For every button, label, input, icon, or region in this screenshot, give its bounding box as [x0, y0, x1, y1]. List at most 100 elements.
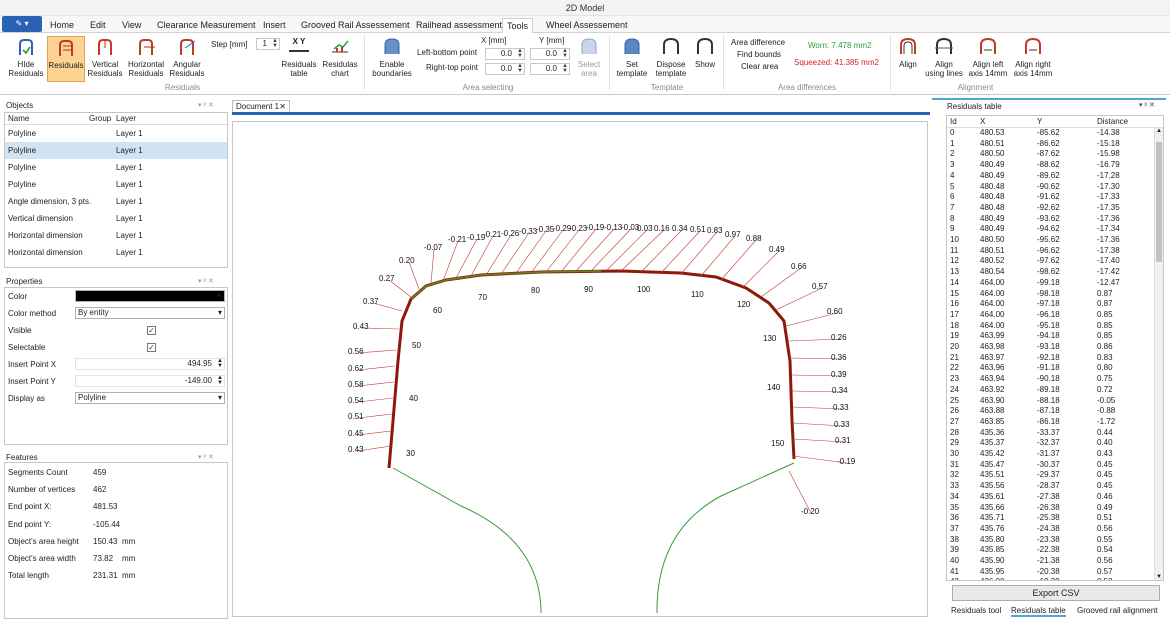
insert-y-input[interactable]: -149.00 ▲ ▼ — [75, 375, 225, 387]
table-row[interactable]: 9 480.49 -94.62 -17.34 — [947, 224, 1163, 235]
table-row[interactable]: 4 480.49 -89.62 -17.28 — [947, 171, 1163, 182]
table-row[interactable]: 38 435.80 -23.38 0.55 — [947, 535, 1163, 546]
right-top-y-input[interactable]: 0.0 ▲ ▼ — [530, 63, 570, 75]
table-row[interactable]: 3 480.49 -88.62 -16.79 — [947, 160, 1163, 171]
table-row[interactable]: 36 435.71 -25.38 0.51 — [947, 513, 1163, 524]
list-item[interactable]: Polyline Layer 1 — [5, 176, 227, 193]
table-row[interactable]: 12 480.52 -97.62 -17.40 — [947, 256, 1163, 267]
left-bottom-x-input[interactable]: 0.0 ▲ ▼ — [485, 48, 525, 60]
insert-x-input[interactable]: 494.95 ▲ ▼ — [75, 358, 225, 370]
tab-tools[interactable]: Tools — [502, 18, 534, 33]
table-row[interactable]: 32 435.51 -29.37 0.45 — [947, 470, 1163, 481]
horizontal-residuals-button[interactable]: Horizontal Residuals — [126, 36, 166, 82]
scroll-down-icon[interactable]: ▼ — [1156, 574, 1162, 580]
clear-area-button[interactable]: Clear area — [741, 62, 778, 71]
right-top-x-input[interactable]: 0.0 ▲ ▼ — [485, 63, 525, 75]
angular-residuals-button[interactable]: Angular Residuals — [168, 36, 206, 82]
column-header-name[interactable]: Name — [8, 113, 29, 125]
list-item[interactable]: Horizontal dimension Layer 1 — [5, 227, 227, 244]
table-row[interactable]: 10 480.50 -95.62 -17.36 — [947, 235, 1163, 246]
display-as-select[interactable]: Polyline ▾ — [75, 392, 225, 404]
tab-wheel-assessement[interactable]: Wheel Assessement — [542, 18, 632, 33]
table-row[interactable]: 0 480.53 -85.62 -14.38 — [947, 128, 1163, 139]
visible-checkbox[interactable]: ✓ — [147, 326, 156, 335]
residuals-button[interactable]: Residuals — [47, 36, 85, 82]
list-item[interactable]: Polyline Layer 1 — [5, 125, 227, 142]
list-item[interactable]: Vertical dimension Layer 1 — [5, 210, 227, 227]
list-item[interactable]: Polyline Layer 1 — [5, 142, 227, 159]
align-left-axis-button[interactable]: Align left axis 14mm — [967, 36, 1009, 82]
table-row[interactable]: 24 463.92 -89.18 0.72 — [947, 385, 1163, 396]
table-row[interactable]: 41 435.95 -20.38 0.57 — [947, 567, 1163, 578]
tab-residuals-table[interactable]: Residuals table — [1011, 606, 1066, 617]
dispose-template-button[interactable]: Dispose template — [652, 36, 690, 82]
table-row[interactable]: 30 435.42 -31.37 0.43 — [947, 449, 1163, 460]
column-header-distance[interactable]: Distance — [1097, 116, 1128, 128]
table-row[interactable]: 28 435.36 -33.37 0.44 — [947, 428, 1163, 439]
residuals-scrollbar[interactable]: ▲ ▼ — [1154, 128, 1163, 580]
tab-railhead-assessment[interactable]: Railhead assessment — [412, 18, 506, 33]
list-item[interactable]: Angle dimension, 3 pts. Layer 1 — [5, 193, 227, 210]
table-row[interactable]: 14 464.00 -99.18 -12.47 — [947, 278, 1163, 289]
table-row[interactable]: 7 480.48 -92.62 -17.35 — [947, 203, 1163, 214]
table-row[interactable]: 34 435.61 -27.38 0.46 — [947, 492, 1163, 503]
table-row[interactable]: 18 464.00 -95.18 0.85 — [947, 321, 1163, 332]
table-row[interactable]: 11 480.51 -96.62 -17.38 — [947, 246, 1163, 257]
tab-grooved-rail-assessement[interactable]: Grooved Rail Assessement — [297, 18, 414, 33]
table-row[interactable]: 31 435.47 -30.37 0.45 — [947, 460, 1163, 471]
selectable-checkbox[interactable]: ✓ — [147, 343, 156, 352]
panel-pin-close-icon[interactable]: ▾ ᵖ ✕ — [198, 453, 214, 461]
table-row[interactable]: 37 435.76 -24.38 0.56 — [947, 524, 1163, 535]
column-header-layer[interactable]: Layer — [116, 113, 136, 125]
column-header-x[interactable]: X — [980, 116, 985, 128]
table-row[interactable]: 13 480.54 -98.62 -17.42 — [947, 267, 1163, 278]
table-row[interactable]: 21 463.97 -92.18 0.83 — [947, 353, 1163, 364]
table-row[interactable]: 29 435.37 -32.37 0.40 — [947, 438, 1163, 449]
align-button[interactable]: Align — [893, 36, 923, 82]
tab-clearance-measurement[interactable]: Clearance Measurement — [153, 18, 260, 33]
tab-view[interactable]: View — [118, 18, 145, 33]
align-right-axis-button[interactable]: Align right axis 14mm — [1010, 36, 1056, 82]
column-header-id[interactable]: Id — [950, 116, 957, 128]
table-row[interactable]: 17 464.00 -96.18 0.85 — [947, 310, 1163, 321]
table-row[interactable]: 15 464.00 -98.18 0.87 — [947, 289, 1163, 300]
drawing-canvas[interactable]: 0.43 0.45 0.51 0.54 0.58 0.62 0.56 0.43 0.37 0.27… — [232, 121, 928, 617]
tab-home[interactable]: Home — [46, 18, 78, 33]
table-row[interactable]: 22 463.96 -91.18 0.80 — [947, 363, 1163, 374]
column-header-y[interactable]: Y — [1037, 116, 1042, 128]
document-tab[interactable]: Document 1 ✕ — [232, 100, 290, 112]
hide-residuals-button[interactable]: HIde Residuals — [5, 36, 47, 82]
vertical-residuals-button[interactable]: Vertical Residuals — [86, 36, 124, 82]
find-bounds-button[interactable]: Find bounds — [737, 50, 781, 59]
export-csv-button[interactable]: Export CSV — [952, 585, 1160, 601]
area-difference-button[interactable]: Area difference — [731, 38, 785, 47]
table-row[interactable]: 16 464.00 -97.18 0.87 — [947, 299, 1163, 310]
tab-residuals-tool[interactable]: Residuals tool — [951, 606, 1001, 615]
tab-edit[interactable]: Edit — [86, 18, 110, 33]
panel-pin-close-icon[interactable]: ▾ ᵖ ✕ — [1139, 101, 1155, 109]
scroll-up-icon[interactable]: ▲ — [1156, 128, 1162, 134]
tab-grooved-rail-alignment[interactable]: Grooved rail alignment — [1077, 606, 1157, 615]
table-row[interactable]: 26 463.88 -87.18 -0.88 — [947, 406, 1163, 417]
table-row[interactable]: 33 435.56 -28.37 0.45 — [947, 481, 1163, 492]
step-spinner[interactable]: 1 ▲ ▼ — [256, 38, 280, 50]
set-template-button[interactable]: Set template — [613, 36, 651, 82]
list-item[interactable]: Polyline Layer 1 — [5, 159, 227, 176]
tab-insert[interactable]: Insert — [259, 18, 290, 33]
enable-boundaries-button[interactable]: Enable boundaries — [370, 36, 414, 82]
residuals-chart-button[interactable]: Residulas chart — [320, 36, 360, 82]
close-icon[interactable]: ✕ — [279, 101, 286, 112]
table-row[interactable]: 42 436.00 -19.39 0.58 — [947, 577, 1163, 580]
table-row[interactable]: 39 435.85 -22.38 0.54 — [947, 545, 1163, 556]
app-menu-button[interactable]: ✎ ▾ — [2, 16, 42, 32]
table-row[interactable]: 20 463.98 -93.18 0.86 — [947, 342, 1163, 353]
color-method-select[interactable]: By entity ▾ — [75, 307, 225, 319]
column-header-group[interactable]: Group — [89, 113, 111, 125]
residuals-table-button[interactable]: X Y Residuals table — [280, 36, 318, 82]
table-row[interactable]: 8 480.49 -93.62 -17.36 — [947, 214, 1163, 225]
panel-pin-close-icon[interactable]: ▾ ᵖ ✕ — [198, 101, 214, 109]
table-row[interactable]: 2 480.50 -87.62 -15.98 — [947, 149, 1163, 160]
table-row[interactable]: 5 480.48 -90.62 -17.30 — [947, 182, 1163, 193]
table-row[interactable]: 25 463.90 -88.18 -0.05 — [947, 396, 1163, 407]
select-area-button[interactable]: Select area — [574, 36, 604, 82]
